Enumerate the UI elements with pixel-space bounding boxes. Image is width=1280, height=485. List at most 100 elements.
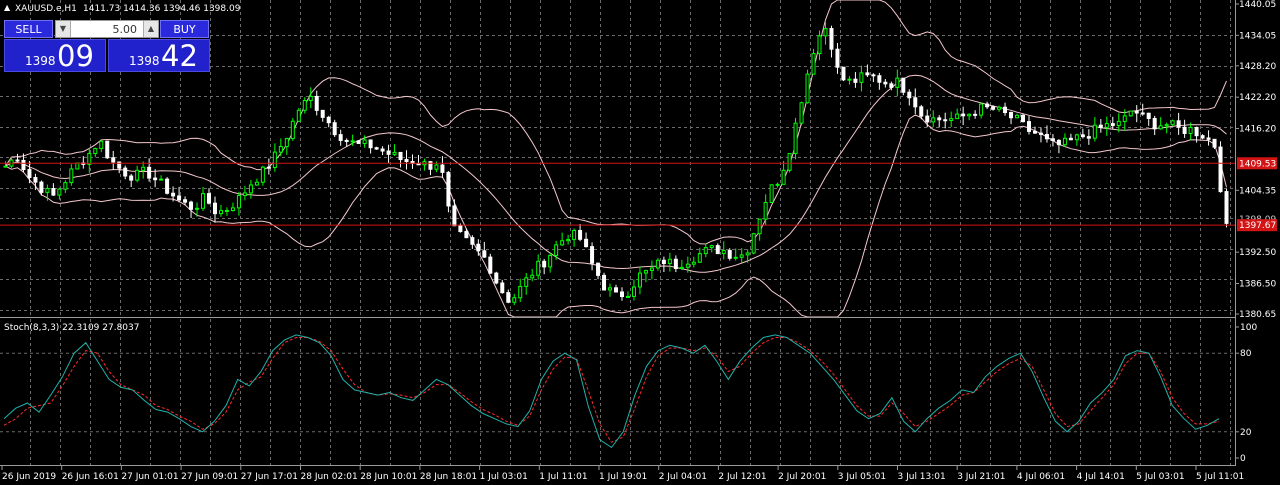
candle-body [242,192,247,196]
candle-body [542,260,547,268]
candle-body [290,120,295,140]
candle-body [1134,110,1139,114]
candle-body [787,153,792,171]
symbol-triangle-icon: ▲ [4,3,11,12]
candle-body [572,230,577,240]
candle-body [452,205,457,227]
sell-price-quote[interactable]: 1398 09 [4,39,106,73]
candle-body [973,113,978,116]
lot-size-input[interactable] [71,21,139,37]
stoch-level-label: 80 [1240,349,1252,359]
candle-body [482,250,487,258]
price-tick-label: 1404.35 [1239,186,1276,196]
candle-body [75,162,80,170]
candle-body [883,81,888,85]
one-click-trade-panel: SELL ▼ ▲ BUY 1398 09 1398 42 [3,18,210,73]
candle-body [745,252,750,256]
candle-body [1050,138,1055,141]
stoch-level-label: 100 [1240,323,1257,333]
candle-body [1068,137,1073,141]
stoch-level-label: 0 [1240,454,1246,464]
candle-body [1104,123,1109,128]
time-tick-label: 26 Jun 2019 [2,472,56,482]
candle-body [877,75,882,83]
candle-body [386,150,391,155]
candle-body [1026,121,1031,132]
candle-body [1212,138,1217,148]
candle-body [709,245,714,249]
time-tick-label: 1 Jul 03:01 [480,472,528,482]
candle-body [817,35,822,55]
candle-body [284,138,289,148]
candle-body [1003,106,1008,114]
candle-body [625,295,630,298]
candle-body [733,256,738,259]
candle-body [488,256,493,274]
candle-body [967,113,972,117]
candle-body [1062,137,1067,146]
candle-body [596,262,601,276]
candle-body [1032,130,1037,134]
candle-body [829,28,834,50]
candle-body [590,246,595,264]
candle-body [272,151,277,169]
candle-body [1146,112,1151,119]
time-tick-label: 1 Jul 19:01 [599,472,647,482]
candle-body [494,272,499,284]
candle-body [530,274,535,279]
candle-body [356,140,361,144]
candle-body [1140,112,1145,115]
candle-body [859,72,864,83]
buy-button[interactable]: BUY [160,20,209,38]
time-tick-label: 4 Jul 14:01 [1077,472,1125,482]
candle-body [811,53,816,75]
candle-body [296,109,301,122]
candle-body [895,77,900,88]
time-tick-label: 28 Jun 02:01 [301,472,358,482]
candle-body [649,267,654,272]
candle-body [925,115,930,123]
candle-body [33,177,38,183]
candle-body [320,109,325,118]
candle-body [703,247,708,255]
candle-body [679,266,684,269]
candle-body [302,100,307,111]
price-tick-label: 1422.20 [1239,93,1276,103]
buy-price-quote[interactable]: 1398 42 [108,39,210,73]
candle-body [1158,125,1163,130]
candle-body [470,237,475,245]
candle-body [159,178,164,181]
decrease-lot-icon[interactable]: ▼ [56,21,71,37]
time-tick-label: 5 Jul 11:01 [1196,472,1244,482]
candle-body [931,117,936,123]
candle-body [380,148,385,152]
candle-body [1110,123,1115,127]
candle-body [841,66,846,81]
candle-body [691,261,696,265]
candle-body [500,282,505,294]
candle-body [1218,146,1223,193]
candle-body [464,231,469,239]
candle-body [548,254,553,268]
candle-body [757,218,762,235]
candle-body [314,95,319,111]
time-tick-label: 2 Jul 04:01 [659,472,707,482]
candle-body [1009,112,1014,119]
candle-body [805,73,810,104]
candle-body [476,243,481,252]
candle-body [919,106,924,117]
candle-body [111,157,116,163]
candle-body [1170,120,1175,126]
price-tick-label: 1386.50 [1239,279,1276,289]
candle-body [793,122,798,155]
candle-body [643,270,648,274]
candle-body [123,167,128,177]
candle-body [1200,135,1205,139]
increase-lot-icon[interactable]: ▲ [143,21,158,37]
candle-body [937,117,942,121]
candle-body [129,175,134,181]
candle-body [739,254,744,258]
price-marker-lower: 1397.67 [1239,221,1276,231]
sell-button[interactable]: SELL [4,20,53,38]
candle-body [1092,124,1097,139]
